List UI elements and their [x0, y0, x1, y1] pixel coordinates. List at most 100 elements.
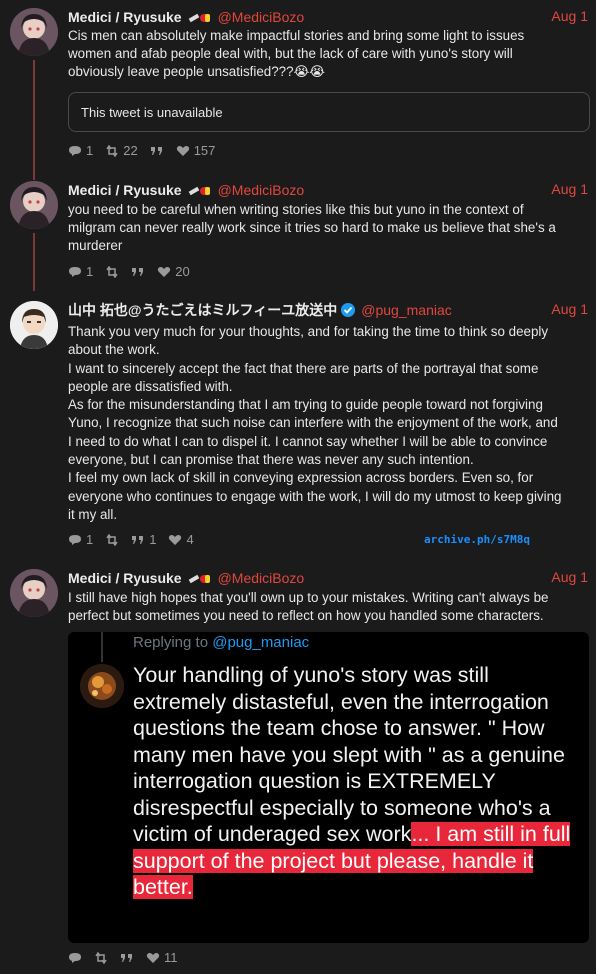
avatar[interactable] [10, 569, 58, 617]
tweet-header: Medici / Ryusuke @MediciBozo [68, 8, 304, 26]
text-line: obviously leave people unsatisfied???😭😭 [68, 64, 325, 79]
like-button[interactable]: 4 [168, 532, 194, 547]
display-name[interactable]: Medici / Ryusuke [68, 570, 182, 586]
like-count: 11 [164, 950, 178, 965]
tweet-header: Medici / Ryusuke @MediciBozo [68, 569, 304, 587]
text-line: everyone, but I can promise that there w… [68, 452, 474, 468]
tweet-actions: 1 22 157 [68, 143, 215, 158]
quote-button[interactable] [131, 266, 145, 278]
replying-handle[interactable]: @pug_maniac [212, 634, 309, 651]
reply-icon [69, 952, 81, 963]
user-handle[interactable]: @pug_maniac [361, 302, 452, 318]
avatar[interactable] [10, 181, 58, 229]
display-name[interactable]: Medici / Ryusuke [68, 182, 182, 198]
tweet-date[interactable]: Aug 1 [551, 569, 588, 585]
quote-icon [121, 953, 132, 962]
like-count: 157 [193, 143, 216, 158]
like-button[interactable]: 157 [176, 143, 216, 158]
text-line: Thank you very much for your thoughts, a… [68, 324, 549, 339]
reply-thread-line [101, 632, 103, 662]
reply-button[interactable]: 1 [68, 143, 93, 158]
tweet-header: 山中 拓也@うたごえはミルフィーユ放送中 @pug_maniac [68, 301, 452, 319]
syringe-pill-emoji-icon [188, 572, 212, 584]
heart-icon [158, 266, 171, 277]
text-line: it my all. [68, 506, 118, 522]
embedded-reply-text: Your handling of yuno's story was still … [133, 662, 583, 901]
reply-icon [69, 266, 81, 277]
tweet[interactable]: 山中 拓也@うたごえはミルフィーユ放送中 @pug_maniac Aug 1 T… [0, 301, 596, 551]
quote-icon [132, 267, 144, 276]
unavailable-text: This tweet is unavailable [81, 105, 223, 120]
reply-count: 1 [86, 143, 94, 158]
tweet-text: Cis men can absolutely make impactful st… [68, 27, 584, 81]
avatar[interactable] [10, 8, 58, 56]
text-line: I need to do what I can to dispel it. I … [68, 433, 548, 449]
text-line: milgram can never really work since it t… [68, 220, 556, 235]
tweet-date[interactable]: Aug 1 [551, 8, 588, 24]
text-line: Yuno, I recognize that such noise can in… [68, 415, 558, 431]
tweet[interactable]: Medici / Ryusuke @MediciBozo Aug 1 you n… [0, 181, 596, 281]
heart-icon [176, 145, 189, 156]
tweet-actions: 11 [68, 950, 178, 965]
reply-count: 1 [86, 264, 94, 279]
display-name[interactable]: 山中 拓也@うたごえはミルフィーユ放送中 [68, 300, 337, 320]
user-handle[interactable]: @MediciBozo [218, 9, 305, 25]
text-line: you need to be careful when writing stor… [68, 202, 524, 217]
like-button[interactable]: 20 [157, 264, 190, 279]
retweet-icon [106, 533, 118, 546]
text-line: about the work. [68, 342, 160, 358]
retweet-button[interactable]: 22 [105, 143, 138, 158]
user-handle[interactable]: @MediciBozo [218, 570, 305, 586]
like-count: 20 [175, 264, 190, 279]
avatar[interactable] [10, 301, 58, 349]
quote-button[interactable] [150, 145, 164, 157]
tweet-actions: 1 20 [68, 264, 190, 279]
reply-count: 1 [86, 532, 94, 547]
reply-button[interactable] [68, 952, 82, 964]
quote-count: 1 [149, 532, 157, 547]
quote-icon [150, 146, 162, 155]
heart-icon [146, 952, 160, 963]
user-handle[interactable]: @MediciBozo [218, 182, 305, 198]
reply-button[interactable]: 1 [68, 264, 93, 279]
quote-icon [132, 535, 144, 544]
text-line: people are dissatisfied with. [68, 378, 233, 394]
tweet-header: Medici / Ryusuke @MediciBozo [68, 181, 304, 199]
text-line: everyone who continues to engage with th… [68, 488, 562, 504]
reply-icon [69, 145, 81, 156]
reply-button[interactable]: 1 [68, 532, 93, 547]
text-line: I feel my own lack of skill in conveying… [68, 470, 534, 486]
like-count: 4 [186, 532, 194, 547]
retweet-icon [95, 951, 107, 964]
tweet-text: you need to be careful when writing stor… [68, 201, 584, 255]
retweet-icon [106, 144, 118, 157]
replying-to-label: Replying to @pug_maniac [133, 634, 309, 651]
text-line: I want to sincerely accept the fact that… [68, 360, 539, 376]
tweet[interactable]: Medici / Ryusuke @MediciBozo Aug 1 Cis m… [0, 8, 596, 168]
tweet-date[interactable]: Aug 1 [551, 181, 588, 197]
text-line: women and afab people deal with, but the… [68, 46, 513, 61]
tweet-actions: 1 1 4 [68, 532, 194, 547]
quote-button[interactable]: 1 [131, 532, 156, 547]
retweet-count: 22 [123, 143, 138, 158]
replying-prefix: Replying to [133, 634, 213, 651]
tweet-text: Thank you very much for your thoughts, a… [68, 323, 584, 524]
archive-link[interactable]: archive.ph/s7M8q [424, 533, 530, 546]
quote-button[interactable] [120, 952, 134, 964]
heart-icon [169, 534, 182, 545]
display-name[interactable]: Medici / Ryusuke [68, 9, 182, 25]
retweet-button[interactable] [105, 533, 119, 546]
retweet-button[interactable] [94, 951, 108, 964]
syringe-pill-emoji-icon [188, 184, 212, 196]
tweet-text: I still have high hopes that you'll own … [68, 589, 584, 625]
verified-badge-icon [341, 303, 356, 317]
tweet-date[interactable]: Aug 1 [551, 301, 588, 317]
retweet-button[interactable] [105, 265, 119, 278]
reply-icon [69, 534, 81, 545]
syringe-pill-emoji-icon [188, 11, 212, 23]
text-line: I still have high hopes that you'll own … [68, 590, 549, 605]
text-line: perfect but sometimes you need to reflec… [68, 608, 544, 623]
retweet-icon [106, 265, 118, 278]
like-button[interactable]: 11 [146, 950, 178, 965]
text-line: Cis men can absolutely make impactful st… [68, 28, 525, 43]
